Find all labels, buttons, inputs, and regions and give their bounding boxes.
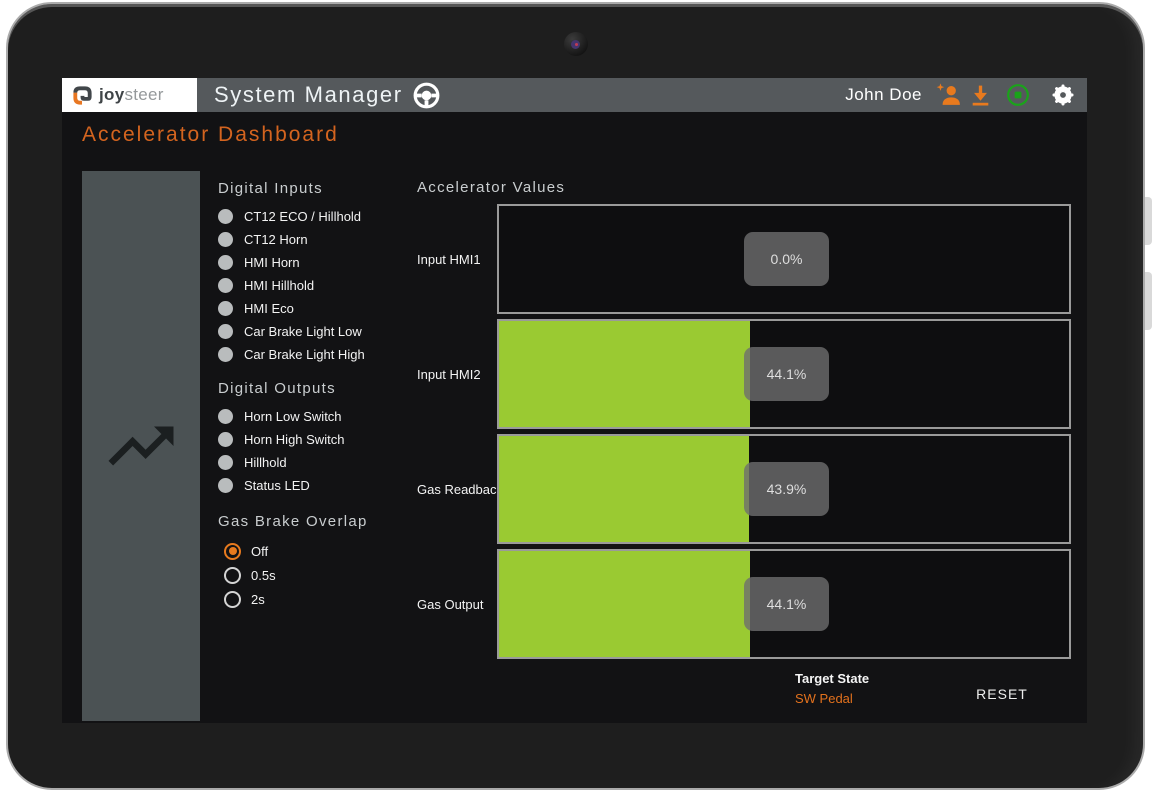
- accelerator-values-panel: Accelerator Values Input HMI1 0.0% Input…: [417, 173, 1082, 723]
- user-name: John Doe: [845, 78, 922, 112]
- page-title: Accelerator Dashboard: [82, 123, 339, 147]
- led-indicator-icon: [218, 278, 233, 293]
- brand-joy: joy: [99, 85, 124, 105]
- digital-output-row: Horn High Switch: [218, 428, 414, 451]
- radio-icon[interactable]: [224, 543, 241, 560]
- target-state-value: SW Pedal: [795, 691, 869, 706]
- steering-wheel-icon: [412, 78, 441, 112]
- reset-button[interactable]: RESET: [937, 680, 1067, 708]
- value-bars: Input HMI1 0.0% Input HMI2 44.1% Gas Rea…: [417, 204, 1082, 659]
- joysteer-logo[interactable]: joysteer: [62, 78, 197, 112]
- bar-gauge: 43.9%: [497, 434, 1071, 544]
- bar-row-gas-output: Gas Output 44.1%: [417, 549, 1082, 659]
- value-badge: 0.0%: [744, 232, 829, 286]
- bar-row-gas-readback: Gas Readback 43.9%: [417, 434, 1082, 544]
- user-add-icon: [934, 81, 962, 109]
- bar-gauge: 0.0%: [497, 204, 1071, 314]
- led-indicator-icon: [218, 232, 233, 247]
- digital-input-row: CT12 ECO / Hillhold: [218, 205, 414, 228]
- bar-fill: [499, 321, 750, 427]
- led-indicator-icon: [218, 455, 233, 470]
- digital-output-row: Hillhold: [218, 451, 414, 474]
- user-add-button[interactable]: [934, 78, 962, 112]
- digital-input-row: HMI Horn: [218, 251, 414, 274]
- tablet-frame: joysteer System Manager John Doe: [6, 2, 1145, 790]
- app-screen: joysteer System Manager John Doe: [62, 78, 1087, 723]
- download-button[interactable]: [968, 78, 993, 112]
- settings-button[interactable]: [1051, 78, 1075, 112]
- status-button[interactable]: [1005, 78, 1031, 112]
- sidebar-rail-dashboard[interactable]: [82, 171, 200, 721]
- bar-fill: [499, 551, 750, 657]
- led-indicator-icon: [218, 255, 233, 270]
- value-badge: 44.1%: [744, 347, 829, 401]
- accelerator-values-title: Accelerator Values: [417, 179, 1082, 196]
- joysteer-logo-icon: [71, 84, 94, 107]
- digital-outputs-title: Digital Outputs: [218, 380, 414, 397]
- digital-inputs-title: Digital Inputs: [218, 180, 414, 197]
- target-state: Target State SW Pedal: [795, 671, 869, 706]
- bar-gauge: 44.1%: [497, 549, 1071, 659]
- led-indicator-icon: [218, 409, 233, 424]
- value-badge: 44.1%: [744, 577, 829, 631]
- digital-input-row: HMI Eco: [218, 297, 414, 320]
- app-bar: joysteer System Manager John Doe: [62, 78, 1087, 112]
- digital-input-row: Car Brake Light Low: [218, 320, 414, 343]
- radio-icon[interactable]: [224, 567, 241, 584]
- value-badge: 43.9%: [744, 462, 829, 516]
- digital-input-row: CT12 Horn: [218, 228, 414, 251]
- target-state-label: Target State: [795, 671, 869, 686]
- led-indicator-icon: [218, 301, 233, 316]
- panel-footer: Target State SW Pedal RESET: [417, 671, 1082, 723]
- digital-output-row: Horn Low Switch: [218, 405, 414, 428]
- app-title: System Manager: [214, 78, 403, 112]
- gas-brake-overlap-title: Gas Brake Overlap: [218, 513, 414, 530]
- led-indicator-icon: [218, 432, 233, 447]
- led-indicator-icon: [218, 347, 233, 362]
- led-indicator-icon: [218, 209, 233, 224]
- bar-fill: [499, 436, 749, 542]
- front-camera-icon: [564, 32, 588, 56]
- bar-gauge: 44.1%: [497, 319, 1071, 429]
- radio-icon[interactable]: [224, 591, 241, 608]
- bar-row-input-hmi2: Input HMI2 44.1%: [417, 319, 1082, 429]
- trending-up-icon: [102, 407, 180, 485]
- power-status-icon: [1005, 82, 1031, 108]
- overlap-option-off[interactable]: Off: [224, 539, 414, 563]
- digital-input-row: Car Brake Light High: [218, 343, 414, 366]
- digital-input-row: HMI Hillhold: [218, 274, 414, 297]
- led-indicator-icon: [218, 324, 233, 339]
- io-panel: Digital Inputs CT12 ECO / Hillhold CT12 …: [218, 173, 414, 611]
- overlap-option-2s[interactable]: 2s: [224, 587, 414, 611]
- overlap-option-05s[interactable]: 0.5s: [224, 563, 414, 587]
- brand-steer: steer: [124, 85, 163, 105]
- led-indicator-icon: [218, 478, 233, 493]
- bar-row-input-hmi1: Input HMI1 0.0%: [417, 204, 1082, 314]
- gear-icon: [1051, 83, 1075, 107]
- download-icon: [968, 83, 993, 108]
- digital-output-row: Status LED: [218, 474, 414, 497]
